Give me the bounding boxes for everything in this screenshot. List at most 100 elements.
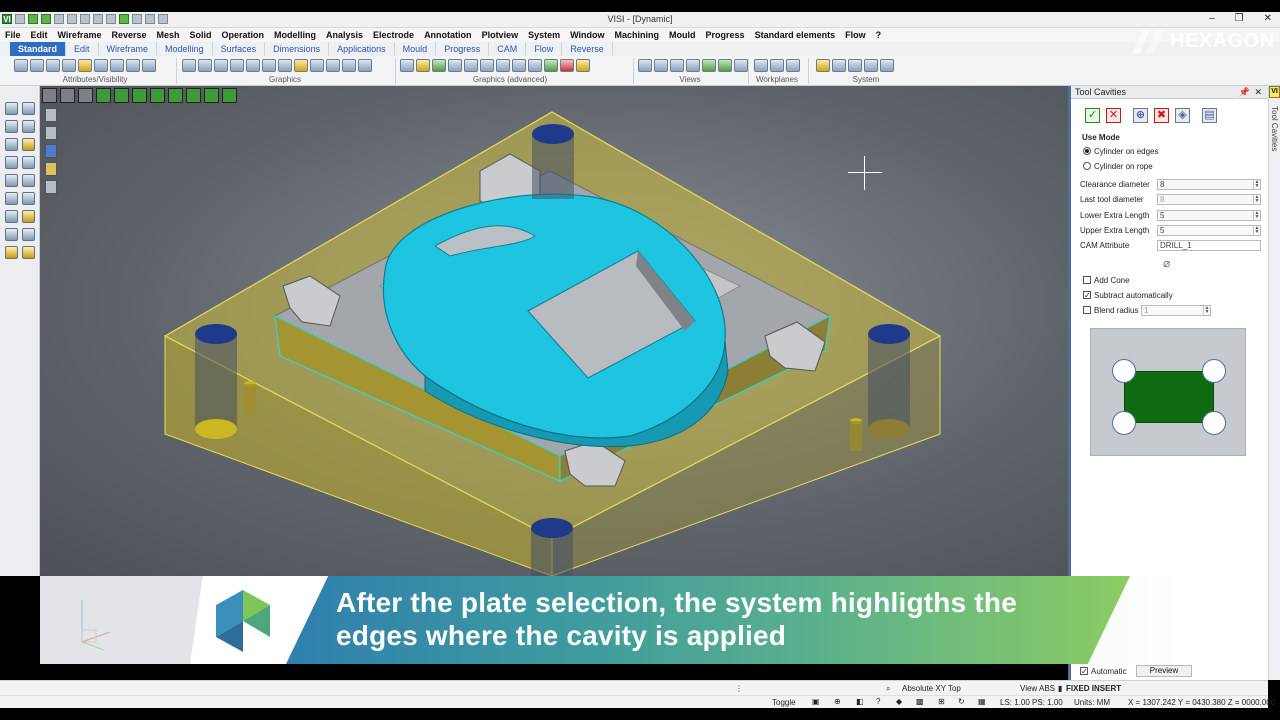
transparent-icon[interactable] [262, 59, 276, 72]
extend-tool-icon[interactable] [5, 120, 18, 133]
radio-cylinder-on-rope[interactable] [1083, 162, 1091, 170]
trim-tool-icon[interactable] [22, 102, 35, 115]
workplane-align-icon[interactable] [770, 59, 784, 72]
3d-viewport[interactable] [40, 86, 1068, 576]
adv-graphics-11-icon[interactable] [560, 59, 574, 72]
subtract-automatically-checkbox[interactable]: ✓ [1083, 291, 1091, 300]
material-icon[interactable] [358, 59, 372, 72]
render-icon[interactable] [278, 59, 292, 72]
menu-file[interactable]: File [5, 28, 21, 42]
adv-graphics-7-icon[interactable] [496, 59, 510, 72]
clearance-diameter-field[interactable]: 8 ▲ ▼ [1157, 179, 1261, 190]
delete-tool-icon[interactable] [5, 228, 18, 241]
offset-tool-icon[interactable] [22, 174, 35, 187]
move-tool-icon[interactable] [5, 138, 18, 151]
zoom-icon[interactable] [638, 59, 652, 72]
menu-mould[interactable]: Mould [669, 28, 696, 42]
library-icon[interactable] [864, 59, 878, 72]
modify-tool-icon[interactable] [22, 120, 35, 133]
tab-reverse[interactable]: Reverse [562, 42, 613, 56]
calculator-icon[interactable] [832, 59, 846, 72]
last-tool-diameter-field[interactable]: 8 ▲ ▼ [1157, 194, 1261, 205]
blend-radius-checkbox[interactable] [1083, 306, 1091, 314]
copy-tool-icon[interactable] [22, 138, 35, 151]
minimize-button[interactable]: – [1209, 13, 1215, 24]
deselect-icon[interactable]: ✖ [1154, 108, 1169, 123]
adv-graphics-5-icon[interactable] [464, 59, 478, 72]
no-attribute-icon[interactable]: ⌀ [1163, 256, 1170, 270]
zoom-status-icon[interactable]: ⊕ [834, 697, 841, 706]
hide-icon[interactable] [62, 59, 76, 72]
tab-mould[interactable]: Mould [395, 42, 437, 56]
adv-graphics-4-icon[interactable] [448, 59, 462, 72]
view-previous-icon[interactable] [734, 59, 748, 72]
hidden-line-icon[interactable] [214, 59, 228, 72]
view-abs-status[interactable]: View ABS [1020, 684, 1055, 693]
workplane-origin-icon[interactable] [786, 59, 800, 72]
lower-extra-length-spinner[interactable]: ▲ ▼ [1253, 211, 1260, 220]
workplane-status-icon[interactable]: ⊞ [938, 697, 945, 706]
side-tab-logo[interactable]: VI [1269, 86, 1280, 98]
menu-plotview[interactable]: Plotview [482, 28, 519, 42]
side-tab-tool-cavities[interactable]: Tool Cavities [1270, 106, 1279, 151]
snap-icon[interactable]: ▣ [812, 697, 820, 706]
automatic-checkbox[interactable]: ✓ [1080, 667, 1088, 676]
adv-graphics-3-icon[interactable] [432, 59, 446, 72]
confirm-icon[interactable]: ✓ [1085, 108, 1100, 123]
tab-progress[interactable]: Progress [436, 42, 490, 56]
rotate-tool-icon[interactable] [5, 156, 18, 169]
pan-icon[interactable] [654, 59, 668, 72]
array-tool-icon[interactable] [5, 192, 18, 205]
view-mode-status[interactable]: Absolute XY Top [902, 684, 961, 693]
layer-status-icon[interactable]: ◧ [856, 697, 864, 706]
cancel-icon[interactable]: ✕ [1106, 108, 1121, 123]
menu-flow[interactable]: Flow [845, 28, 866, 42]
grid-status-icon[interactable]: ▦ [978, 697, 986, 706]
adv-graphics-12-icon[interactable] [576, 59, 590, 72]
options-icon[interactable]: ▤ [1202, 108, 1217, 123]
menu-standard-elements[interactable]: Standard elements [755, 28, 836, 42]
menu-machining[interactable]: Machining [615, 28, 660, 42]
configuration-icon[interactable] [848, 59, 862, 72]
help-status-icon[interactable]: ? [876, 697, 880, 706]
dimension-tool-icon[interactable] [22, 210, 35, 223]
layers-icon[interactable] [30, 59, 44, 72]
menu-edit[interactable]: Edit [31, 28, 48, 42]
menu-mesh[interactable]: Mesh [156, 28, 179, 42]
blend-radius-spinner[interactable]: ▲ ▼ [1203, 306, 1210, 315]
fixed-insert-status[interactable]: FIXED INSERT [1066, 684, 1121, 693]
menu-window[interactable]: Window [570, 28, 604, 42]
tab-wireframe[interactable]: Wireframe [99, 42, 158, 56]
pin-panel-icon[interactable]: 📌 [1239, 86, 1250, 99]
solid-status-icon[interactable]: ▩ [916, 697, 924, 706]
menu-analysis[interactable]: Analysis [326, 28, 363, 42]
menu-annotation[interactable]: Annotation [424, 28, 472, 42]
clip-icon[interactable] [326, 59, 340, 72]
clearance-diameter-spinner[interactable]: ▲ ▼ [1253, 180, 1260, 189]
highlight-icon[interactable] [294, 59, 308, 72]
redraw-icon[interactable] [182, 59, 196, 72]
cam-attribute-field[interactable]: DRILL_1 [1157, 240, 1261, 251]
system-options-icon[interactable] [816, 59, 830, 72]
menu-wireframe[interactable]: Wireframe [58, 28, 102, 42]
attach-tool-icon[interactable] [5, 246, 18, 259]
select-entities-icon[interactable]: ⊕ [1133, 108, 1148, 123]
last-tool-diameter-spinner[interactable]: ▲ ▼ [1253, 195, 1260, 204]
adv-graphics-10-icon[interactable] [544, 59, 558, 72]
tab-edit[interactable]: Edit [66, 42, 99, 56]
shaded-edges-icon[interactable] [246, 59, 260, 72]
menu-solid[interactable]: Solid [190, 28, 212, 42]
measure-tool-icon[interactable] [5, 210, 18, 223]
properties-icon[interactable] [142, 59, 156, 72]
close-panel-icon[interactable]: ✕ [1254, 86, 1262, 99]
notes-icon[interactable] [880, 59, 894, 72]
scale-tool-icon[interactable] [5, 174, 18, 187]
dynamic-rotate-icon[interactable] [702, 59, 716, 72]
filter-icon[interactable] [126, 59, 140, 72]
attributes-icon[interactable] [14, 59, 28, 72]
tab-flow[interactable]: Flow [526, 42, 563, 56]
adv-graphics-1-icon[interactable] [400, 59, 414, 72]
menu-system[interactable]: System [528, 28, 560, 42]
upper-extra-length-spinner[interactable]: ▲ ▼ [1253, 226, 1260, 235]
refresh-status-icon[interactable]: ↻ [958, 697, 965, 706]
